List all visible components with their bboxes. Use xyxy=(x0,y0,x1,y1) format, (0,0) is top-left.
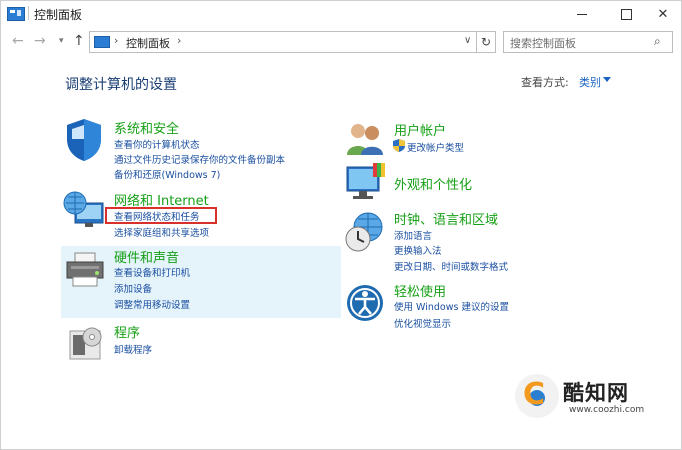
up-arrow-icon[interactable]: ↑ xyxy=(73,33,85,49)
link-add-language[interactable]: 添加语言 xyxy=(394,228,432,242)
category-title-system-security[interactable]: 系统和安全 xyxy=(114,118,179,137)
link-uninstall-program[interactable]: 卸载程序 xyxy=(114,342,152,356)
link-optimize-visual-display[interactable]: 优化视觉显示 xyxy=(394,316,451,330)
close-button[interactable]: ✕ xyxy=(646,1,680,27)
refresh-button[interactable]: ↻ xyxy=(477,31,496,53)
watermark-logo-mark: C xyxy=(523,377,546,412)
back-arrow-icon[interactable]: ← xyxy=(12,33,24,49)
view-by-label: 查看方式: xyxy=(521,76,569,89)
category-title-user-accounts[interactable]: 用户帐户 xyxy=(394,120,446,139)
link-change-date-time-format[interactable]: 更改日期、时间或数字格式 xyxy=(394,259,508,273)
address-control-panel-icon xyxy=(94,36,110,48)
link-windows-recommended-settings[interactable]: 使用 Windows 建议的设置 xyxy=(394,299,509,313)
link-homegroup-sharing[interactable]: 选择家庭组和共享选项 xyxy=(114,225,209,239)
watermark-name: 酷知网 xyxy=(563,381,629,405)
link-devices-printers[interactable]: 查看设备和打印机 xyxy=(114,265,190,279)
red-annotation-box xyxy=(105,207,217,224)
category-title-ease-of-access[interactable]: 轻松使用 xyxy=(394,281,446,300)
breadcrumb-chevron-icon[interactable]: › xyxy=(114,34,118,47)
forward-arrow-icon[interactable]: → xyxy=(34,33,46,49)
breadcrumb-control-panel[interactable]: 控制面板 xyxy=(126,35,170,51)
minimize-button[interactable] xyxy=(565,1,599,27)
close-icon: ✕ xyxy=(657,6,669,22)
link-change-account-type[interactable]: 更改帐户类型 xyxy=(407,140,464,154)
title-bar: 控制面板 ✕ xyxy=(1,1,681,27)
search-icon[interactable]: ⌕ xyxy=(654,34,661,49)
breadcrumb-chevron-icon[interactable]: › xyxy=(177,34,181,47)
link-add-device[interactable]: 添加设备 xyxy=(114,281,152,295)
category-title-clock-language-region[interactable]: 时钟、语言和区域 xyxy=(394,209,498,228)
category-title-appearance[interactable]: 外观和个性化 xyxy=(394,174,472,193)
ease-of-access-icon[interactable] xyxy=(345,283,385,323)
search-input[interactable]: 搜索控制面板 ⌕ xyxy=(503,31,673,53)
uac-shield-icon xyxy=(393,139,405,152)
appearance-monitor-icon[interactable] xyxy=(345,163,387,201)
refresh-icon: ↻ xyxy=(480,35,492,49)
address-dropdown-icon[interactable]: ∨ xyxy=(464,35,471,46)
category-title-hardware-sound[interactable]: 硬件和声音 xyxy=(114,247,179,266)
link-backup-restore[interactable]: 备份和还原(Windows 7) xyxy=(114,167,220,181)
link-change-input-method[interactable]: 更换输入法 xyxy=(394,243,442,257)
programs-icon[interactable] xyxy=(68,323,104,361)
maximize-button[interactable] xyxy=(609,1,643,27)
search-placeholder: 搜索控制面板 xyxy=(510,37,576,50)
link-file-history-backup[interactable]: 通过文件历史记录保存你的文件备份副本 xyxy=(114,152,285,166)
navigation-bar: ← → ▾ ↑ › 控制面板 › ∨ ↻ 搜索控制面板 ⌕ xyxy=(1,30,681,54)
page-title: 调整计算机的设置 xyxy=(65,77,177,93)
window-title: 控制面板 xyxy=(34,8,83,22)
minimize-icon xyxy=(577,13,587,15)
recent-locations-chevron-icon[interactable]: ▾ xyxy=(59,36,64,46)
clock-globe-icon[interactable] xyxy=(344,211,386,253)
view-by-dropdown[interactable]: 类别 xyxy=(579,74,601,90)
network-globe-icon[interactable] xyxy=(63,189,105,229)
watermark-logo: C xyxy=(515,374,559,418)
user-accounts-icon[interactable] xyxy=(345,121,385,157)
category-title-programs[interactable]: 程序 xyxy=(114,322,140,341)
maximize-icon xyxy=(620,8,632,20)
view-by-dropdown-arrow-icon[interactable] xyxy=(603,77,611,82)
title-separator xyxy=(28,6,29,20)
control-panel-app-icon xyxy=(7,7,25,21)
link-view-computer-status[interactable]: 查看你的计算机状态 xyxy=(114,137,200,151)
printer-icon[interactable] xyxy=(65,249,105,289)
control-panel-window: 控制面板 ✕ ← → ▾ ↑ › 控制面板 › ∨ ↻ 搜索控制面板 ⌕ 调整计… xyxy=(0,0,682,450)
shield-icon[interactable] xyxy=(64,117,104,163)
address-bar[interactable]: › 控制面板 › ∨ xyxy=(89,31,477,53)
link-mobility-settings[interactable]: 调整常用移动设置 xyxy=(114,297,190,311)
watermark-url: www.coozhi.com xyxy=(569,405,645,415)
